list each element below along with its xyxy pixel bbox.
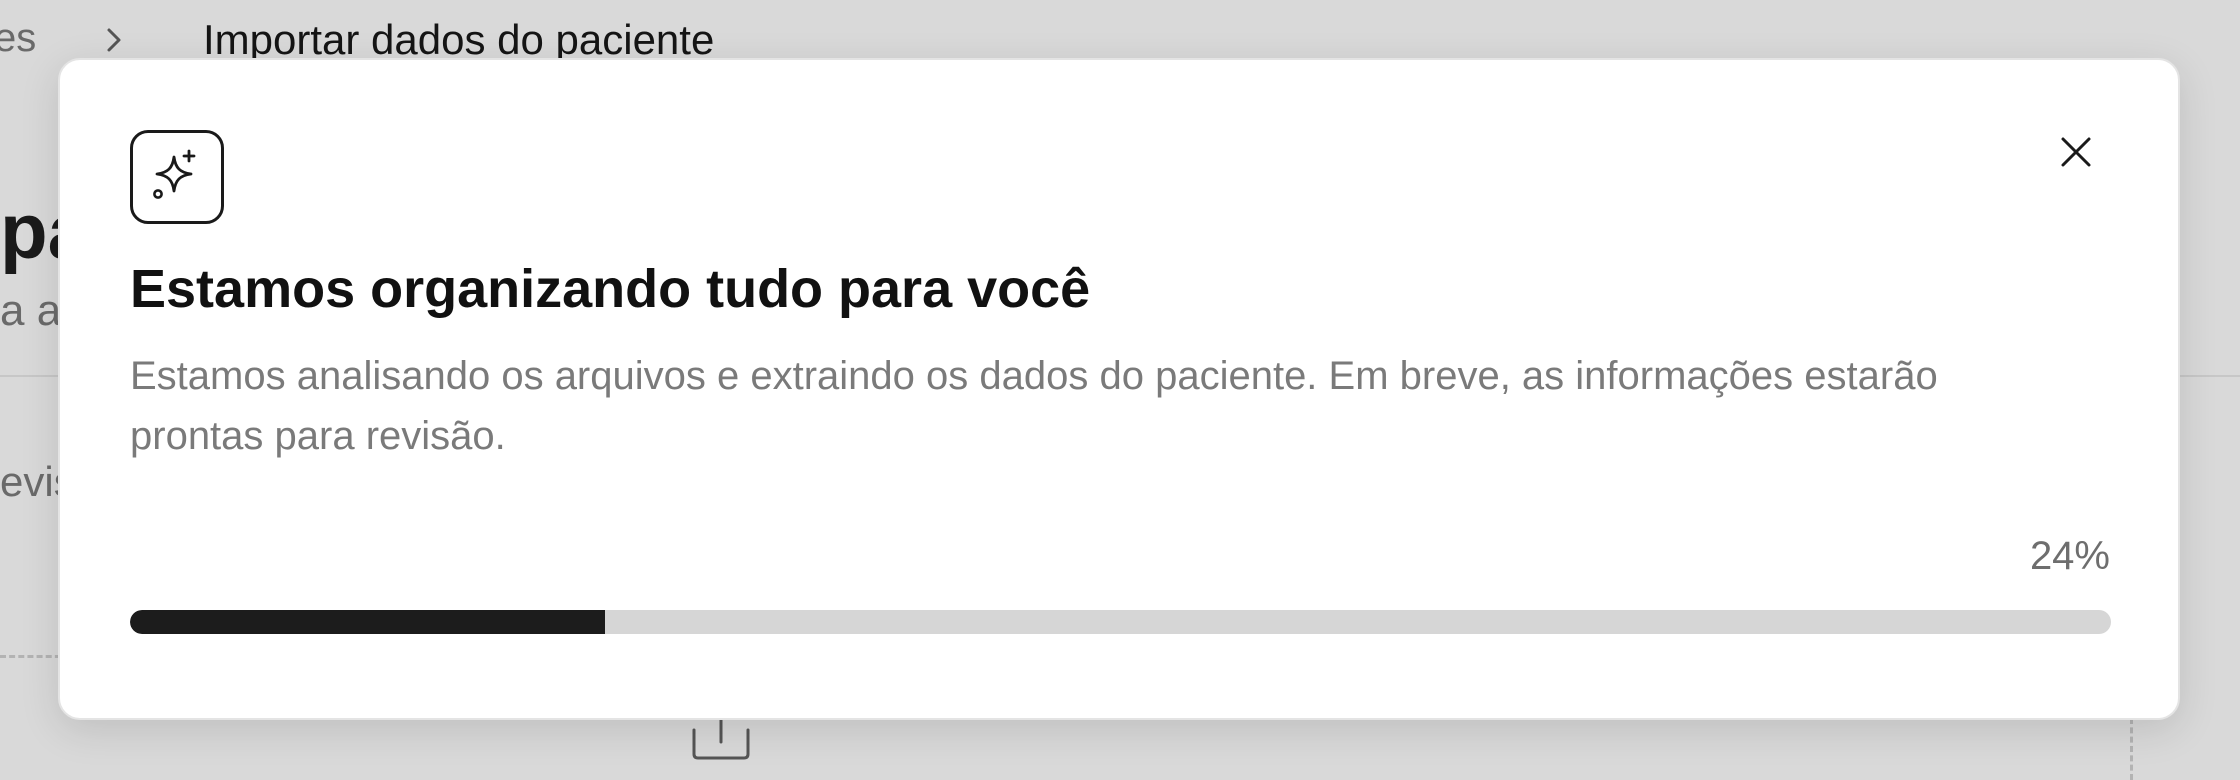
modal-title: Estamos organizando tudo para você [130, 259, 1091, 319]
progress-bar-fill [130, 610, 606, 634]
sparkles-icon [149, 147, 205, 208]
breadcrumb-previous[interactable]: es [0, 16, 36, 61]
page-subtitle: a a [0, 286, 62, 335]
close-icon[interactable] [2060, 136, 2092, 173]
modal-icon-tile [130, 130, 224, 224]
breadcrumb-current: Importar dados do paciente [203, 16, 715, 63]
close-button[interactable] [2050, 128, 2102, 180]
dropzone-border [2130, 718, 2133, 780]
breadcrumb-chevron-icon [100, 26, 128, 54]
processing-modal: Estamos organizando tudo para você Estam… [58, 58, 2180, 720]
progress-bar [130, 610, 2111, 634]
modal-description: Estamos analisando os arquivos e extrain… [130, 354, 1938, 458]
progress-percentage: 24% [2029, 534, 2110, 578]
